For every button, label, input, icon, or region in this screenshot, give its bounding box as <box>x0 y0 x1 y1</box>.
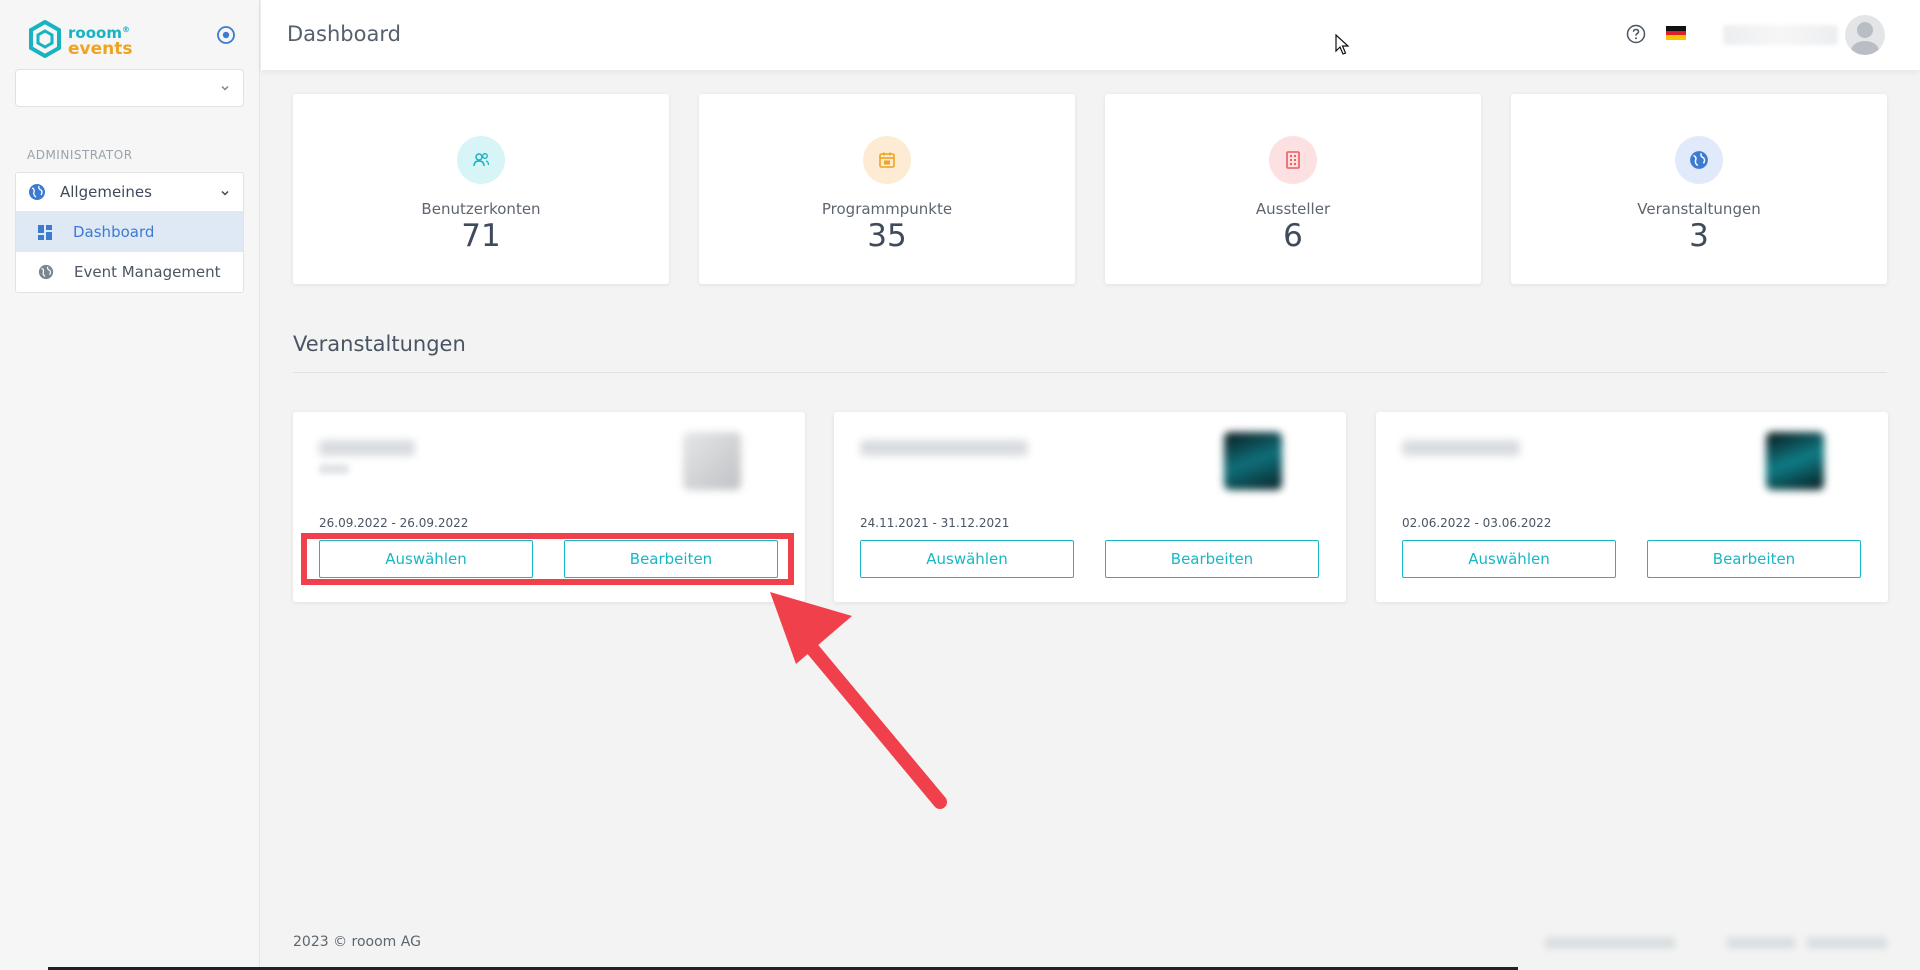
user-avatar-icon <box>1851 22 1879 55</box>
event-name-blurred <box>1402 440 1520 456</box>
stat-card-veranstaltungen: Veranstaltungen 3 <box>1511 94 1887 284</box>
users-icon <box>457 136 505 184</box>
german-flag-icon[interactable] <box>1666 26 1686 40</box>
logo-trademark: ® <box>121 24 130 34</box>
edit-event-button[interactable]: Bearbeiten <box>1647 540 1861 578</box>
help-icon[interactable] <box>1626 24 1646 44</box>
stat-value: 6 <box>1283 218 1303 254</box>
red-arrow-annotation <box>770 592 947 809</box>
stat-label: Programmpunkte <box>821 200 953 218</box>
footer-copyright: 2023 © rooom AG <box>293 934 421 950</box>
stat-card-programmpunkte: Programmpunkte 35 <box>699 94 1075 284</box>
event-subtitle-blurred <box>319 464 349 474</box>
stat-value: 3 <box>1689 218 1709 254</box>
globe-icon <box>38 264 54 280</box>
event-thumbnail <box>683 432 741 490</box>
mouse-cursor-icon <box>1335 34 1349 55</box>
footer-link-blurred[interactable] <box>1807 937 1887 949</box>
section-title-veranstaltungen: Veranstaltungen <box>293 332 466 356</box>
section-divider <box>293 372 1887 373</box>
footer-link-blurred[interactable] <box>1727 937 1795 949</box>
event-date: 24.11.2021 - 31.12.2021 <box>860 516 1010 530</box>
stat-label: Aussteller <box>1255 200 1331 218</box>
page-title: Dashboard <box>287 22 401 46</box>
event-name-blurred <box>860 440 1028 456</box>
stat-card-benutzerkonten: Benutzerkonten 71 <box>293 94 669 284</box>
chevron-down-icon <box>221 190 229 196</box>
globe-icon <box>29 184 45 200</box>
sidebar-item-label: Event Management <box>74 263 221 281</box>
event-name-blurred <box>319 440 415 456</box>
calendar-icon <box>863 136 911 184</box>
user-name[interactable] <box>1723 25 1838 45</box>
section-label-administrator: ADMINISTRATOR <box>27 148 133 162</box>
footer-link-blurred[interactable] <box>1545 937 1675 949</box>
stat-label: Benutzerkonten <box>421 200 541 218</box>
building-icon <box>1269 136 1317 184</box>
chevron-down-icon <box>221 85 229 91</box>
sidebar-item-label: Dashboard <box>73 223 155 241</box>
highlight-box <box>301 533 794 585</box>
app-logo[interactable]: rooom® events <box>28 20 133 58</box>
sidebar: rooom® events ADMINISTRATOR Allgemeines <box>0 0 260 970</box>
sidebar-item-event-management[interactable]: Event Management <box>16 252 243 292</box>
avatar[interactable] <box>1845 15 1885 55</box>
stat-value: 71 <box>461 218 501 254</box>
event-card-3: 02.06.2022 - 03.06.2022 Auswählen Bearbe… <box>1376 412 1888 602</box>
event-thumbnail <box>1224 432 1282 490</box>
event-date: 26.09.2022 - 26.09.2022 <box>319 516 469 530</box>
hexagon-logo-icon <box>29 20 61 58</box>
stat-label: Veranstaltungen <box>1637 200 1761 218</box>
sidebar-item-label: Allgemeines <box>60 183 152 201</box>
event-date: 02.06.2022 - 03.06.2022 <box>1402 516 1552 530</box>
globe-icon <box>1675 136 1723 184</box>
dashboard-icon <box>38 224 52 240</box>
edit-event-button[interactable]: Bearbeiten <box>1105 540 1319 578</box>
stat-value: 35 <box>867 218 907 254</box>
event-select[interactable] <box>15 69 244 107</box>
stat-card-aussteller: Aussteller 6 <box>1105 94 1481 284</box>
sidebar-item-allgemeines[interactable]: Allgemeines <box>16 173 243 212</box>
sidebar-item-dashboard[interactable]: Dashboard <box>16 212 243 252</box>
sidebar-menu: Allgemeines Dashboard Event Management <box>15 172 244 293</box>
select-event-button[interactable]: Auswählen <box>1402 540 1616 578</box>
target-settings-icon[interactable] <box>216 25 236 45</box>
event-thumbnail <box>1766 432 1824 490</box>
logo-text-events: events <box>68 38 133 59</box>
top-header: Dashboard <box>261 0 1920 70</box>
